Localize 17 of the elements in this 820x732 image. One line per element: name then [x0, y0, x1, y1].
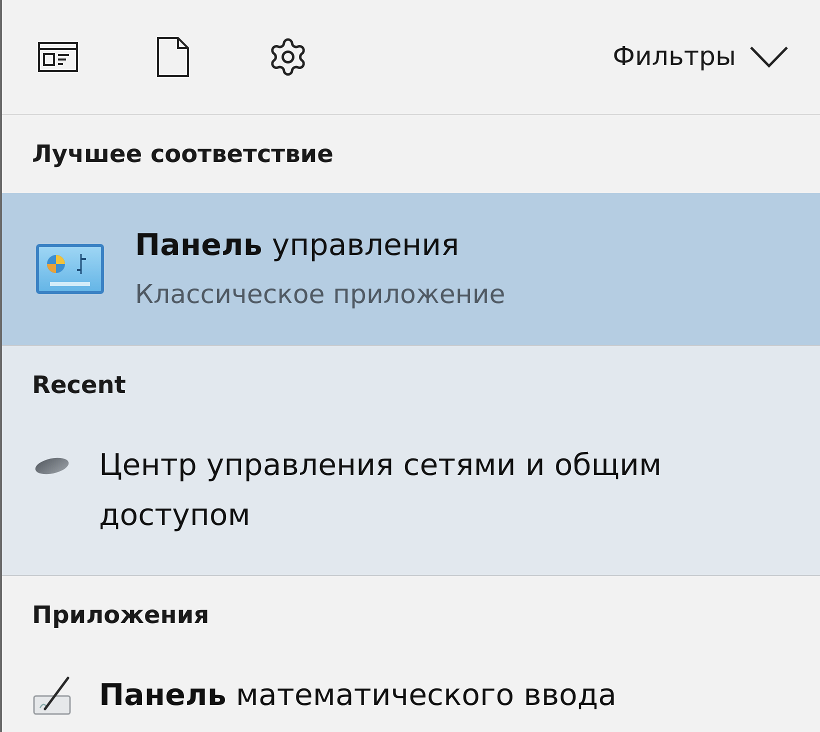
section-heading: Приложения — [32, 601, 210, 629]
search-result[interactable]: Панель математического ввода — [2, 654, 820, 732]
document-icon — [157, 37, 189, 77]
network-icon — [34, 456, 70, 476]
search-result[interactable]: Центр управления сетями и общим доступом — [2, 424, 820, 575]
result-title: Панель математического ввода — [99, 677, 616, 715]
control-panel-icon — [36, 244, 104, 294]
section-heading: Лучшее соответствие — [32, 140, 334, 168]
result-title: Панель управления — [135, 228, 460, 264]
chevron-down-icon — [750, 46, 788, 68]
search-result[interactable]: Панель управления Классическое приложение — [2, 193, 820, 345]
layout-icon — [38, 42, 78, 72]
result-subtitle: Классическое приложение — [135, 280, 506, 310]
filters-button[interactable]: Фильтры — [612, 42, 788, 72]
section-heading: Recent — [32, 371, 126, 399]
pen-tablet-icon — [32, 676, 72, 716]
result-title: Центр управления сетями и общим доступом — [99, 447, 663, 535]
